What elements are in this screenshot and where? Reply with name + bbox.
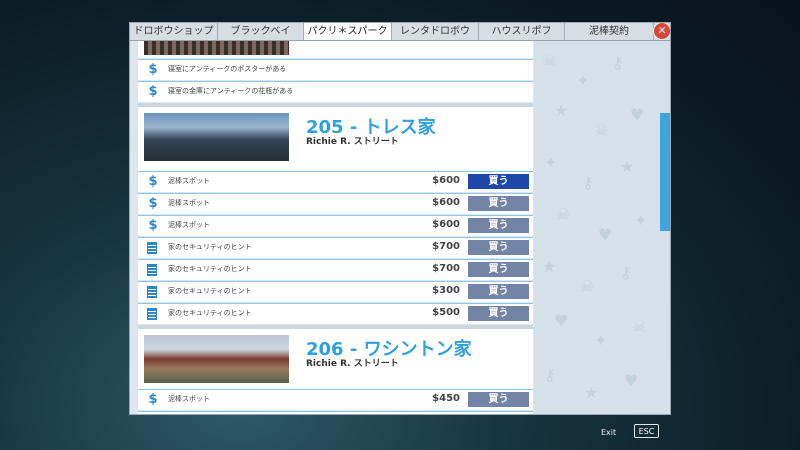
- table-row: [138, 411, 533, 414]
- buy-button[interactable]: 買う: [468, 262, 529, 277]
- key-icon: ⚷: [612, 53, 624, 72]
- table-row: $ 泥棒スポット $600 買う: [138, 215, 533, 236]
- buy-button[interactable]: 買う: [468, 240, 529, 255]
- esc-key-icon[interactable]: ESC: [634, 424, 659, 438]
- house-card-206: 206 - ワシントン家 Richie R. ストリート: [138, 329, 533, 393]
- skull-icon: ☠: [556, 205, 571, 224]
- table-row: $ 泥棒スポット $600 買う: [138, 193, 533, 214]
- table-row: 家のセキュリティのヒント $700 買う: [138, 259, 533, 280]
- close-button[interactable]: ✕: [653, 23, 670, 40]
- exit-label[interactable]: Exit: [601, 428, 616, 437]
- buy-button[interactable]: 買う: [468, 306, 529, 321]
- dollar-icon: $: [148, 196, 158, 211]
- dollar-icon: $: [148, 174, 158, 189]
- table-row: 家のセキュリティのヒント $300 買う: [138, 281, 533, 302]
- tab-bar: ドロボウショップ ブラックベイ パクリ＊スパーク レンタドロボウ ハウスリポフ …: [130, 23, 670, 41]
- item-price: $700: [432, 241, 460, 252]
- dollar-icon: $: [148, 62, 158, 77]
- buy-button[interactable]: 買う: [468, 284, 529, 299]
- document-icon: [147, 264, 157, 276]
- item-label: 泥棒スポット: [168, 177, 210, 185]
- tab-black-bay[interactable]: ブラックベイ: [218, 23, 304, 40]
- tab-house-repo[interactable]: ハウスリポフ: [479, 23, 565, 40]
- buy-button[interactable]: 買う: [468, 196, 529, 211]
- decorative-panel: ☠ ✦ ⚷ ★ ☠ ♥ ✦ ⚷ ★ ☠ ♥ ✦ ★ ☠ ⚷ ♥ ✦ ☠ ⚷ ★ …: [534, 41, 670, 414]
- skull-icon: ☠: [594, 121, 609, 140]
- scrollbar-thumb[interactable]: [660, 113, 670, 231]
- bone-icon: ✦: [544, 153, 558, 172]
- item-label: 泥棒スポット: [168, 199, 210, 207]
- house-list[interactable]: $ 寝室にアンティークのポスターがある $ 寝室の金庫にアンティークの花瓶がある…: [138, 41, 533, 414]
- document-icon: [147, 308, 157, 320]
- scrollbar[interactable]: [658, 41, 670, 414]
- item-label: 寝室の金庫にアンティークの花瓶がある: [168, 87, 294, 95]
- buy-button[interactable]: 買う: [468, 218, 529, 233]
- list-item: $ 寝室の金庫にアンティークの花瓶がある: [138, 81, 533, 102]
- bone-icon: ✦: [634, 211, 648, 230]
- star-icon: ★: [620, 157, 635, 176]
- heart-icon: ♥: [630, 105, 645, 124]
- document-icon: [147, 242, 157, 254]
- shop-window: ドロボウショップ ブラックベイ パクリ＊スパーク レンタドロボウ ハウスリポフ …: [129, 22, 671, 415]
- tab-pakuri-spark[interactable]: パクリ＊スパーク: [304, 23, 392, 40]
- item-price: $450: [432, 393, 460, 404]
- table-row: $ 泥棒スポット $450 買う: [138, 389, 533, 410]
- tab-thief-contract[interactable]: 泥棒契約: [565, 23, 654, 40]
- buy-button[interactable]: 買う: [468, 174, 529, 189]
- house-card-205: 205 - トレス家 Richie R. ストリート: [138, 107, 533, 171]
- item-label: 家のセキュリティのヒント: [168, 265, 252, 273]
- item-label: 家のセキュリティのヒント: [168, 243, 252, 251]
- key-icon: ⚷: [620, 263, 632, 282]
- table-row: 家のセキュリティのヒント $500 買う: [138, 303, 533, 324]
- item-label: 家のセキュリティのヒント: [168, 309, 252, 317]
- house-image: [144, 113, 289, 161]
- item-price: $600: [432, 219, 460, 230]
- key-icon: ⚷: [544, 365, 556, 384]
- document-icon: [147, 286, 157, 298]
- skull-icon: ☠: [632, 317, 647, 336]
- heart-icon: ♥: [554, 311, 569, 330]
- item-price: $600: [432, 197, 460, 208]
- item-price: $300: [432, 285, 460, 296]
- item-label: 泥棒スポット: [168, 395, 210, 403]
- dollar-icon: $: [148, 218, 158, 233]
- dollar-icon: $: [148, 392, 158, 407]
- heart-icon: ♥: [624, 371, 639, 390]
- item-label: 泥棒スポット: [168, 221, 210, 229]
- tab-dorobou-shop[interactable]: ドロボウショップ: [130, 23, 218, 40]
- list-item: $ 寝室にアンティークのポスターがある: [138, 59, 533, 80]
- item-price: $700: [432, 263, 460, 274]
- house-image: [144, 41, 289, 55]
- previous-house-card: [138, 41, 533, 58]
- close-icon: ✕: [657, 24, 667, 37]
- skull-icon: ☠: [542, 51, 557, 70]
- item-label: 家のセキュリティのヒント: [168, 287, 252, 295]
- item-label: 寝室にアンティークのポスターがある: [168, 65, 287, 73]
- skull-icon: ☠: [580, 277, 595, 296]
- table-row: 家のセキュリティのヒント $700 買う: [138, 237, 533, 258]
- item-price: $500: [432, 307, 460, 318]
- star-icon: ★: [554, 101, 569, 120]
- star-icon: ★: [584, 383, 599, 402]
- heart-icon: ♥: [598, 225, 613, 244]
- table-row: $ 泥棒スポット $600 買う: [138, 171, 533, 192]
- buy-button[interactable]: 買う: [468, 392, 529, 407]
- house-image: [144, 335, 289, 383]
- dollar-icon: $: [148, 84, 158, 99]
- house-street: Richie R. ストリート: [306, 359, 399, 369]
- key-icon: ⚷: [582, 173, 594, 192]
- tab-rent-a-thief[interactable]: レンタドロボウ: [392, 23, 479, 40]
- bone-icon: ✦: [576, 71, 590, 90]
- bone-icon: ✦: [594, 331, 608, 350]
- star-icon: ★: [542, 257, 557, 276]
- item-price: $600: [432, 175, 460, 186]
- house-street: Richie R. ストリート: [306, 137, 399, 147]
